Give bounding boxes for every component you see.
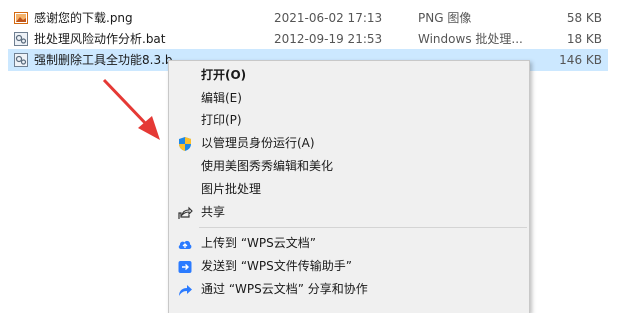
menu-item-label: 图片批处理 [201, 182, 262, 196]
send-to-icon [178, 261, 192, 273]
menu-item-label: 编辑(E) [201, 91, 242, 105]
share-arrow-icon [179, 285, 192, 296]
file-size: 146 KB [559, 53, 602, 67]
batch-file-icon [14, 32, 28, 46]
file-date: 2012-09-19 21:53 [274, 32, 383, 46]
file-date: 2021-06-02 17:13 [274, 11, 383, 25]
menu-item-batch-image[interactable]: 图片批处理 [169, 178, 529, 201]
uac-shield-icon [179, 137, 191, 151]
menu-item-label: 以管理员身份运行(A) [201, 136, 315, 150]
batch-file-icon [14, 53, 28, 67]
menu-item-meitu[interactable]: 使用美图秀秀编辑和美化 [169, 155, 529, 178]
menu-item-label: 共享 [201, 205, 226, 219]
menu-separator [199, 227, 527, 228]
context-menu: 打开(O) 编辑(E) 打印(P) 以管理员身份运行(A) 使用美图秀秀编辑和美… [168, 60, 530, 313]
menu-item-print[interactable]: 打印(P) [169, 109, 529, 132]
file-size: 18 KB [566, 32, 602, 46]
menu-item-label: 通过 “WPS云文档” 分享和协作 [201, 282, 368, 296]
menu-item-edit[interactable]: 编辑(E) [169, 87, 529, 110]
file-name[interactable]: 感谢您的下载.png [34, 7, 133, 29]
file-size: 58 KB [566, 11, 602, 25]
menu-item-label: 上传到 “WPS云文档” [201, 236, 316, 250]
menu-item-upload-wps[interactable]: 上传到 “WPS云文档” [169, 232, 529, 255]
menu-item-label: 打开(O) [201, 68, 247, 82]
file-name[interactable]: 强制删除工具全功能8.3.b [34, 49, 173, 71]
menu-item-share[interactable]: 共享 [169, 201, 529, 224]
cloud-upload-icon [178, 240, 192, 249]
menu-item-label: 打印(P) [201, 113, 242, 127]
file-type: Windows 批处理... [418, 32, 523, 46]
menu-item-open[interactable]: 打开(O) [169, 64, 529, 87]
menu-item-run-as-admin[interactable]: 以管理员身份运行(A) [169, 132, 529, 155]
menu-item-share-wps[interactable]: 通过 “WPS云文档” 分享和协作 [169, 278, 529, 301]
menu-item-send-wps[interactable]: 发送到 “WPS文件传输助手” [169, 255, 529, 278]
file-row[interactable]: 批处理风险动作分析.bat 2012-09-19 21:53 Windows 批… [8, 28, 608, 50]
menu-item-label: 使用美图秀秀编辑和美化 [201, 159, 334, 173]
image-file-icon [14, 12, 28, 24]
file-name[interactable]: 批处理风险动作分析.bat [34, 28, 166, 50]
menu-item-label: 发送到 “WPS文件传输助手” [201, 259, 352, 273]
file-row[interactable]: 感谢您的下载.png 2021-06-02 17:13 PNG 图像 58 KB [8, 7, 608, 29]
share-icon [178, 206, 193, 219]
file-type: PNG 图像 [418, 11, 472, 25]
